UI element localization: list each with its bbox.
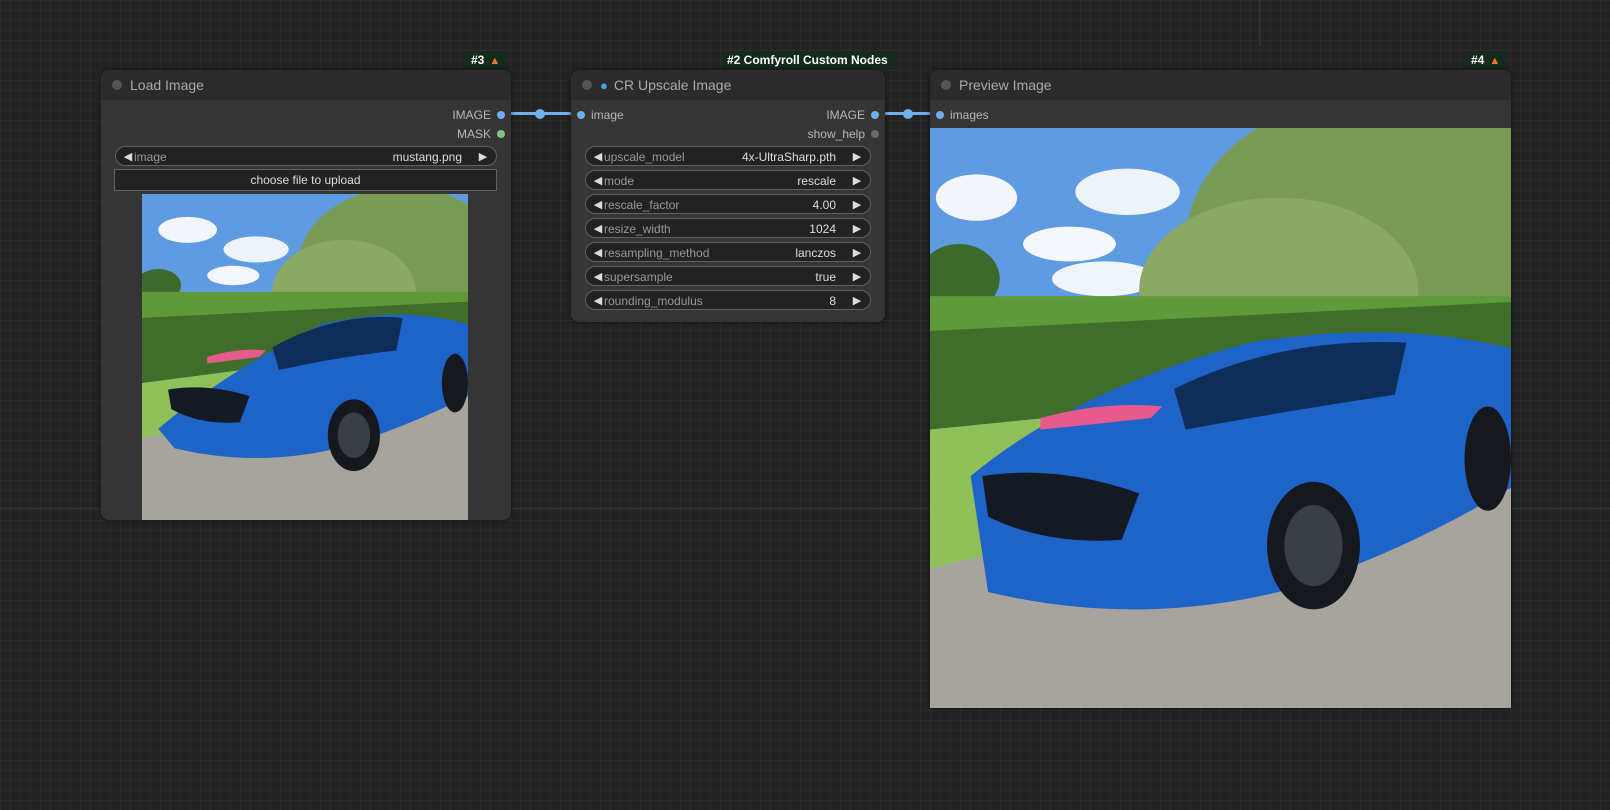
- node-pack-badge: #2 Comfyroll Custom Nodes: [721, 51, 894, 69]
- arrow-left-icon[interactable]: ◀: [591, 195, 605, 215]
- arrow-left-icon[interactable]: ◀: [591, 219, 605, 239]
- link-midpoint-knob[interactable]: [903, 109, 913, 119]
- upscaled-image-preview: [930, 128, 1511, 708]
- widget-value: 4.00: [812, 198, 836, 212]
- magnifier-icon: ●: [600, 78, 608, 93]
- widget-value: 1024: [809, 222, 836, 236]
- output-port-dot[interactable]: [497, 130, 505, 138]
- output-port-dot[interactable]: [871, 130, 879, 138]
- output-mask[interactable]: MASK: [391, 125, 511, 143]
- upscale-model-widget[interactable]: ◀ upscale_model 4x-UltraSharp.pth ▶: [585, 146, 871, 166]
- fox-icon: ▲: [1489, 55, 1501, 67]
- input-label: images: [950, 108, 989, 122]
- widget-value: lanczos: [795, 246, 836, 260]
- load-image-node[interactable]: Load Image IMAGE MASK ◀ image mustang.pn…: [101, 70, 511, 520]
- input-images[interactable]: images: [930, 106, 1050, 124]
- mode-widget[interactable]: ◀ mode rescale ▶: [585, 170, 871, 190]
- widget-label: resize_width: [604, 222, 671, 236]
- widget-label: rescale_factor: [604, 198, 680, 212]
- arrow-right-icon[interactable]: ▶: [850, 291, 864, 311]
- arrow-left-icon[interactable]: ◀: [591, 291, 605, 311]
- node-title-bar[interactable]: Load Image: [101, 70, 511, 100]
- fox-icon: ▲: [489, 55, 501, 67]
- arrow-right-icon[interactable]: ▶: [476, 147, 490, 167]
- badge-text: #3: [471, 53, 485, 67]
- canvas-guide-vertical: [1259, 0, 1260, 46]
- collapse-dot[interactable]: [582, 80, 592, 90]
- widget-label: supersample: [604, 270, 673, 284]
- collapse-dot[interactable]: [941, 80, 951, 90]
- node-id-badge: #3 ▲: [465, 51, 507, 69]
- arrow-right-icon[interactable]: ▶: [850, 195, 864, 215]
- preview-image-node[interactable]: Preview Image images: [930, 70, 1511, 708]
- arrow-right-icon[interactable]: ▶: [850, 147, 864, 167]
- widget-value: rescale: [797, 174, 836, 188]
- input-port-dot[interactable]: [577, 111, 585, 119]
- arrow-left-icon[interactable]: ◀: [591, 267, 605, 287]
- arrow-right-icon[interactable]: ▶: [850, 267, 864, 287]
- output-label: MASK: [456, 127, 491, 141]
- node-id-badge: #4 ▲: [1465, 51, 1507, 69]
- node-title-bar[interactable]: ● CR Upscale Image: [571, 70, 885, 100]
- badge-text: #4: [1471, 53, 1485, 67]
- widget-value: 4x-UltraSharp.pth: [741, 150, 836, 164]
- output-image[interactable]: IMAGE: [391, 106, 511, 124]
- input-image[interactable]: image: [571, 106, 691, 124]
- widget-label: resampling_method: [604, 246, 710, 260]
- resize-width-widget[interactable]: ◀ resize_width 1024 ▶: [585, 218, 871, 238]
- arrow-left-icon[interactable]: ◀: [121, 147, 135, 167]
- widget-label: upscale_model: [604, 150, 685, 164]
- arrow-right-icon[interactable]: ▶: [850, 243, 864, 263]
- loaded-image-preview: [142, 194, 468, 520]
- collapse-dot[interactable]: [112, 80, 122, 90]
- rescale-factor-widget[interactable]: ◀ rescale_factor 4.00 ▶: [585, 194, 871, 214]
- widget-value: 8: [829, 294, 836, 308]
- widget-value: true: [815, 270, 836, 284]
- output-label: IMAGE: [826, 108, 865, 122]
- input-port-dot[interactable]: [936, 111, 944, 119]
- node-title: Preview Image: [959, 77, 1052, 93]
- node-title-wrapper: ● CR Upscale Image: [600, 70, 731, 101]
- widget-value: mustang.png: [392, 150, 462, 164]
- arrow-left-icon[interactable]: ◀: [591, 171, 605, 191]
- output-port-dot[interactable]: [497, 111, 505, 119]
- output-port-dot[interactable]: [871, 111, 879, 119]
- arrow-right-icon[interactable]: ▶: [850, 171, 864, 191]
- rounding-modulus-widget[interactable]: ◀ rounding_modulus 8 ▶: [585, 290, 871, 310]
- supersample-widget[interactable]: ◀ supersample true ▶: [585, 266, 871, 286]
- arrow-right-icon[interactable]: ▶: [850, 219, 864, 239]
- upload-button[interactable]: choose file to upload: [114, 169, 497, 191]
- widget-label: mode: [604, 174, 635, 188]
- arrow-left-icon[interactable]: ◀: [591, 243, 605, 263]
- node-title: Load Image: [130, 77, 204, 93]
- resampling-method-widget[interactable]: ◀ resampling_method lanczos ▶: [585, 242, 871, 262]
- widget-label: rounding_modulus: [604, 294, 703, 308]
- output-label: IMAGE: [452, 108, 491, 122]
- node-title-bar[interactable]: Preview Image: [930, 70, 1511, 100]
- node-title: CR Upscale Image: [613, 77, 732, 93]
- output-show-help[interactable]: show_help: [765, 125, 885, 143]
- widget-label: image: [134, 150, 167, 164]
- output-label: show_help: [807, 127, 865, 141]
- output-image[interactable]: IMAGE: [765, 106, 885, 124]
- arrow-left-icon[interactable]: ◀: [591, 147, 605, 167]
- badge-text: #2 Comfyroll Custom Nodes: [727, 53, 888, 67]
- input-label: image: [591, 108, 624, 122]
- cr-upscale-image-node[interactable]: ● CR Upscale Image image IMAGE show_help …: [571, 70, 885, 322]
- image-combo-widget[interactable]: ◀ image mustang.png ▶: [115, 146, 497, 166]
- link-midpoint-knob[interactable]: [535, 109, 545, 119]
